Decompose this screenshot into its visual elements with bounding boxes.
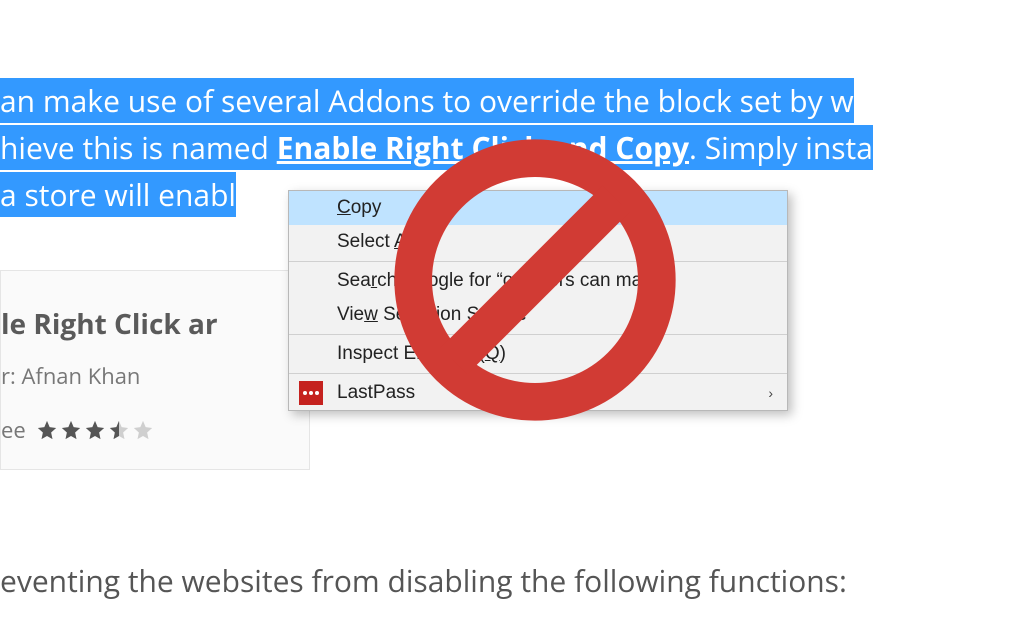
addon-info-card: le Right Click ar r: Afnan Khan ee xyxy=(0,270,310,470)
context-menu-separator xyxy=(289,334,787,335)
context-menu-separator xyxy=(289,373,787,374)
addon-title: le Right Click ar xyxy=(1,305,299,343)
submenu-arrow-icon: › xyxy=(768,385,773,401)
addon-price: ee xyxy=(1,415,26,445)
context-menu-search-google[interactable]: Search Google for “ox users can ma…” xyxy=(289,264,787,298)
selected-text-line2b: . Simply insta xyxy=(689,125,873,170)
context-menu-view-selection-source[interactable]: View Selection Source xyxy=(289,298,787,332)
selected-text-line2a: hieve this is named xyxy=(0,125,277,170)
lastpass-icon xyxy=(299,381,323,405)
star-empty-icon xyxy=(132,419,154,441)
context-menu-lastpass[interactable]: LastPass › xyxy=(289,376,787,410)
article-bottom-text: eventing the websites from disabling the… xyxy=(0,560,1020,601)
addon-author: r: Afnan Khan xyxy=(1,361,299,391)
star-icon xyxy=(84,419,106,441)
rating-stars xyxy=(36,419,154,441)
context-menu-copy[interactable]: Copy xyxy=(289,191,787,225)
star-icon xyxy=(36,419,58,441)
selected-text-line1: an make use of several Addons to overrid… xyxy=(0,78,854,123)
context-menu[interactable]: Copy Select All Search Google for “ox us… xyxy=(288,190,788,411)
star-icon xyxy=(60,419,82,441)
context-menu-inspect-element[interactable]: Inspect Element (Q) xyxy=(289,337,787,371)
selected-text-strong: Enable Right Click and Copy xyxy=(277,125,689,170)
context-menu-select-all[interactable]: Select All xyxy=(289,225,787,259)
selected-text-line3: a store will enabl xyxy=(0,172,236,217)
addon-price-rating: ee xyxy=(1,415,299,445)
context-menu-separator xyxy=(289,261,787,262)
star-half-icon xyxy=(108,419,130,441)
